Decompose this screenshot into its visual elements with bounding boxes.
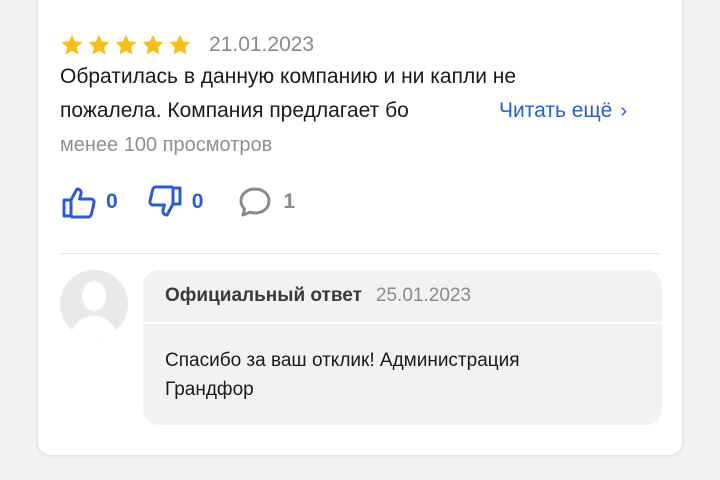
- like-button[interactable]: 0: [60, 183, 118, 221]
- reply-date: 25.01.2023: [375, 285, 472, 306]
- review-text-truncated: пожалела. Компания предлагает бо Читать …: [60, 94, 660, 128]
- reply-title: Официальный ответ: [165, 285, 362, 306]
- review-text-line: Обратилась в данную компанию и ни капли …: [60, 65, 517, 88]
- reply-text-line: Грандфор: [165, 379, 254, 400]
- thumbs-down-icon: [148, 185, 182, 217]
- star-rating: [60, 33, 192, 57]
- official-reply-header: Официальный ответ 25.01.2023: [143, 270, 662, 322]
- star-icon: [88, 34, 110, 55]
- dislike-count: 0: [191, 190, 204, 213]
- user-silhouette-icon: [70, 281, 118, 338]
- comment-count: 1: [283, 190, 296, 213]
- read-more-link[interactable]: Читать ещё ›: [497, 94, 628, 128]
- star-icon: [115, 34, 137, 55]
- review-text-line: пожалела. Компания предлагает бо: [60, 99, 409, 122]
- star-icon: [169, 34, 191, 55]
- reply-text-line: Спасибо за ваш отклик! Администрация: [165, 350, 520, 371]
- review-card: 21.01.2023 Обратилась в данную компанию …: [37, 0, 683, 456]
- avatar: [60, 270, 128, 338]
- thumbs-up-icon: [62, 187, 96, 219]
- comment-bubble-icon: [239, 187, 271, 217]
- review-date: 21.01.2023: [209, 33, 315, 56]
- views-count: менее 100 просмотров: [60, 134, 273, 156]
- text-fade: [455, 94, 500, 128]
- star-icon: [61, 34, 83, 55]
- divider: [60, 253, 660, 254]
- like-count: 0: [106, 190, 118, 213]
- chevron-right-icon: ›: [620, 100, 628, 122]
- read-more-label: Читать ещё: [499, 99, 613, 122]
- review-text: Обратилась в данную компанию и ни капли …: [60, 60, 660, 128]
- rating-row: 21.01.2023: [60, 32, 314, 58]
- star-icon: [142, 34, 164, 55]
- comments-button[interactable]: 1: [237, 184, 295, 220]
- review-actions: 0 0 1: [60, 182, 295, 222]
- dislike-button[interactable]: 0: [146, 183, 204, 221]
- official-reply-body: Спасибо за ваш отклик! Администрация Гра…: [143, 324, 662, 425]
